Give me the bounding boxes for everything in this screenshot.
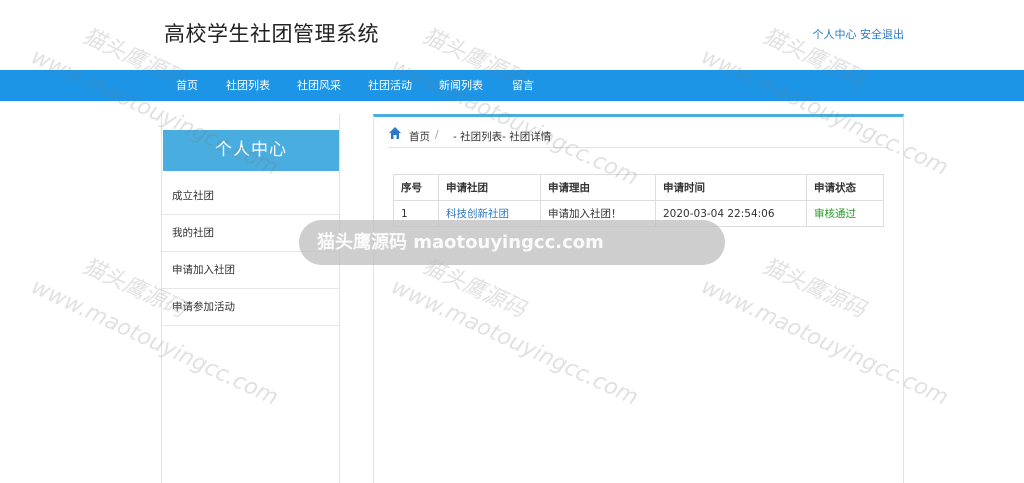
site-title: 高校学生社团管理系统 bbox=[164, 22, 379, 46]
user-center-link[interactable]: 个人中心 bbox=[813, 28, 857, 41]
header: 高校学生社团管理系统 个人中心 安全退出 bbox=[0, 0, 1024, 70]
sidebar-item-create-club[interactable]: 成立社团 bbox=[162, 178, 339, 215]
nav-message[interactable]: 留言 bbox=[512, 70, 534, 101]
cell-status: 审核通过 bbox=[806, 200, 884, 227]
col-header-status: 申请状态 bbox=[806, 174, 884, 201]
breadcrumb: 首页 / - 社团列表- 社团详情 bbox=[388, 126, 888, 148]
sidebar-item-join-club[interactable]: 申请加入社团 bbox=[162, 252, 339, 289]
nav-club-activities[interactable]: 社团活动 bbox=[368, 70, 412, 101]
sidebar-item-my-clubs[interactable]: 我的社团 bbox=[162, 215, 339, 252]
cell-reason: 申请加入社团！ bbox=[540, 200, 656, 227]
cell-club-link[interactable]: 科技创新社团 bbox=[438, 200, 541, 227]
cell-no: 1 bbox=[393, 200, 439, 227]
col-header-time: 申请时间 bbox=[655, 174, 807, 201]
applications-table: 序号 申请社团 申请理由 申请时间 申请状态 1 科技创新社团 申请加入社团！ … bbox=[393, 174, 884, 227]
breadcrumb-home[interactable]: 首页 bbox=[409, 129, 430, 144]
sidebar-title: 个人中心 bbox=[163, 130, 339, 171]
table-row: 1 科技创新社团 申请加入社团！ 2020-03-04 22:54:06 审核通… bbox=[393, 200, 884, 227]
col-header-club: 申请社团 bbox=[438, 174, 541, 201]
user-links: 个人中心 安全退出 bbox=[813, 26, 905, 42]
col-header-no: 序号 bbox=[393, 174, 439, 201]
logout-link[interactable]: 安全退出 bbox=[860, 28, 904, 41]
main-panel: 首页 / - 社团列表- 社团详情 序号 申请社团 申请理由 申请时间 申请状态… bbox=[373, 114, 904, 483]
sidebar-item-join-activity[interactable]: 申请参加活动 bbox=[162, 289, 339, 326]
nav-home[interactable]: 首页 bbox=[176, 70, 198, 101]
nav-club-style[interactable]: 社团风采 bbox=[297, 70, 341, 101]
sidebar: 个人中心 成立社团 我的社团 申请加入社团 申请参加活动 bbox=[161, 114, 340, 483]
nav-news-list[interactable]: 新闻列表 bbox=[439, 70, 483, 101]
breadcrumb-separator: / bbox=[435, 129, 439, 141]
table-header-row: 序号 申请社团 申请理由 申请时间 申请状态 bbox=[393, 174, 884, 201]
breadcrumb-path: - 社团列表- 社团详情 bbox=[453, 131, 552, 143]
nav-club-list[interactable]: 社团列表 bbox=[226, 70, 270, 101]
main-navbar: 首页 社团列表 社团风采 社团活动 新闻列表 留言 bbox=[0, 70, 1024, 101]
home-icon bbox=[389, 127, 401, 139]
col-header-reason: 申请理由 bbox=[540, 174, 656, 201]
cell-time: 2020-03-04 22:54:06 bbox=[655, 200, 807, 227]
